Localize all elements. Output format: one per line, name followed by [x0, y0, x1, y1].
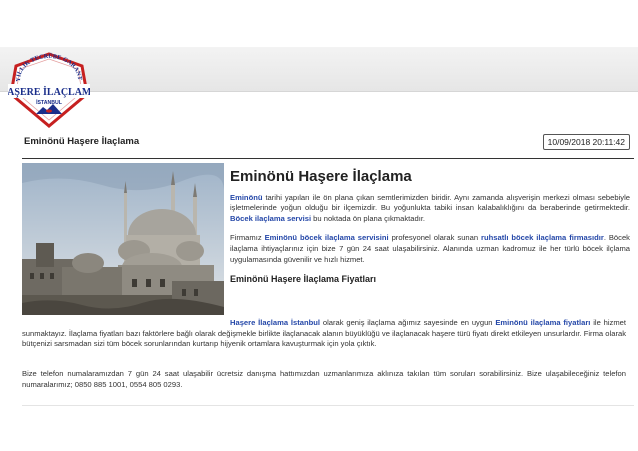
article-content: Eminönü Haşere İlaçlama Eminönü tarihi y…	[230, 168, 630, 295]
text-span: olarak geniş ilaçlama ağımız sayesinde e…	[320, 318, 496, 327]
text-span: tarihi yapıları ile ön plana çıkan semtl…	[230, 192, 630, 213]
page-title-bar: Eminönü Haşere İlaçlama 10/09/2018 20:11…	[16, 128, 634, 158]
bug-icon	[46, 109, 52, 113]
datetime-box: 10/09/2018 20:11:42	[542, 134, 630, 150]
link-ruhsatli-firma[interactable]: ruhsatlı böcek ilaçlama firmasıdır	[481, 233, 604, 242]
logo-brand: HAŞERE İLAÇLAMA	[8, 86, 90, 98]
mosque-photo	[22, 163, 224, 315]
text-span: bu noktada ön plana çıkmaktadır.	[311, 213, 426, 223]
article-paragraph: Firmamız Eminönü böcek ilaçlama servisin…	[230, 233, 630, 265]
link-eminonu-bocek-ilaclama[interactable]: Eminönü böcek ilaçlama servisini	[265, 233, 389, 242]
link-eminonu[interactable]: Eminönü	[230, 193, 262, 202]
article-paragraph: Eminönü tarihi yapıları ile ön plana çık…	[230, 193, 630, 225]
link-hasere-ilaclama-istanbul[interactable]: Haşere İlaçlama İstanbul	[230, 318, 320, 327]
article-heading: Eminönü Haşere İlaçlama	[230, 168, 412, 185]
article-subheading: Eminönü Haşere İlaçlama Fiyatları	[230, 274, 377, 285]
text-span: Firmamız	[230, 233, 265, 243]
logo-city: İSTANBUL	[36, 99, 63, 106]
contact-paragraph: Bize telefon numalaramızdan 7 gün 24 saa…	[22, 369, 626, 389]
content-page: Eminönü Haşere İlaçlama 10/09/2018 20:11…	[16, 128, 634, 408]
page-title: Eminönü Haşere İlaçlama	[24, 136, 140, 147]
text-span: profesyonel olarak sunan	[388, 233, 482, 243]
top-band	[0, 47, 638, 92]
link-ilaclama-fiyatlari[interactable]: Eminönü ilaçlama fiyatları	[495, 318, 590, 327]
company-logo[interactable]: 15 YILLIK TECRÜBE GARANTİLİ HAŞERE İLAÇL…	[8, 50, 90, 128]
article-paragraph: Haşere İlaçlama İstanbul olarak geniş il…	[22, 318, 626, 350]
footer-rule	[22, 405, 634, 406]
link-bocek-ilaclama-servisi[interactable]: Böcek ilaçlama servisi	[230, 214, 311, 223]
title-rule	[22, 158, 634, 159]
